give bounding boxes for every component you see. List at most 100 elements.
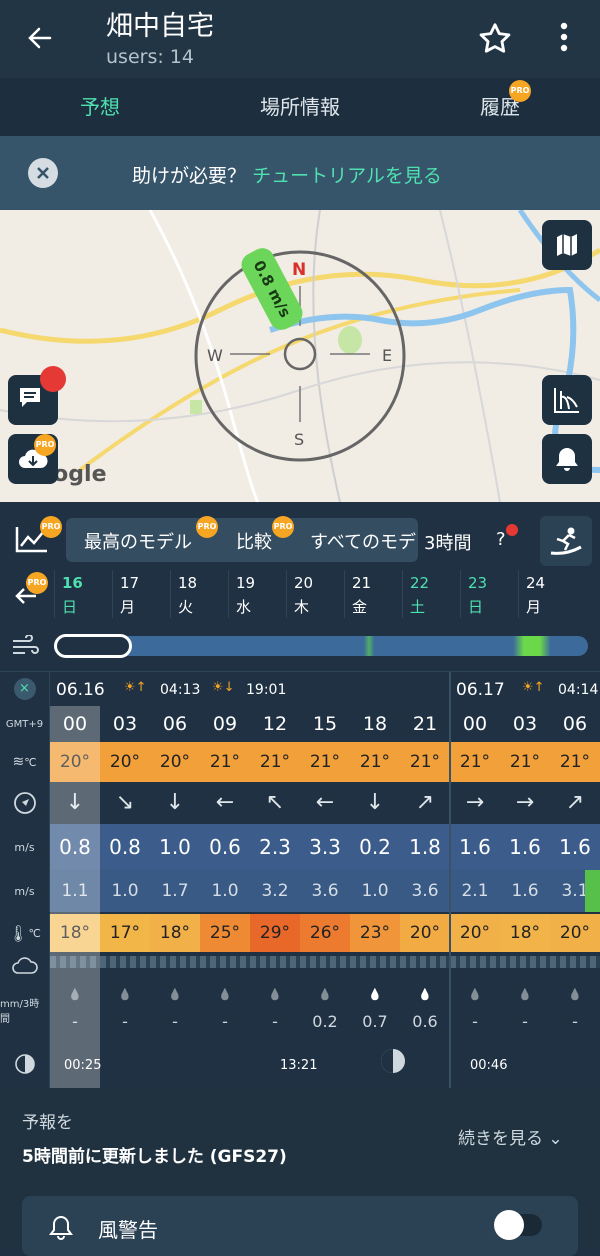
thermometer-icon: 🌡 — [8, 923, 29, 943]
forecast-toolbar: PRO 最高のモデル 比較 すべてのモデ PRO PRO 3時間 ? — [0, 502, 600, 578]
wind-direction-cell: ← — [315, 790, 335, 815]
air-temp-cell: 23° — [350, 914, 400, 952]
wind-direction-cell: ← — [215, 790, 235, 815]
moonrise-time: 00:46 — [470, 1058, 508, 1073]
day-weekday: 日 — [62, 598, 78, 616]
water-temp-cell: 21° — [509, 752, 541, 772]
back-button[interactable] — [22, 20, 58, 56]
gust-speed-cell: 1.0 — [211, 881, 239, 901]
raindrop-icon: 💧 — [368, 988, 382, 1001]
wind-alert-card: 風警告 — [22, 1196, 578, 1256]
best-model-option[interactable]: 最高のモデル — [84, 528, 192, 554]
page-subtitle: users: 14 — [106, 46, 194, 68]
more-vertical-icon — [560, 22, 568, 52]
help-button[interactable]: ? — [496, 529, 506, 550]
date-label: 06.16 — [56, 680, 105, 700]
day-cell[interactable]: 17 月 — [120, 570, 170, 617]
tab-history[interactable]: 履歴 — [400, 78, 600, 136]
alarm-button[interactable] — [542, 434, 592, 484]
date-label: 06.17 — [456, 680, 505, 700]
moon-phase-icon — [381, 1049, 405, 1073]
day-cell[interactable]: 21 金 — [352, 570, 402, 617]
compare-option[interactable]: 比較 — [236, 528, 272, 554]
tutorial-link[interactable]: チュートリアルを見る — [252, 165, 442, 187]
water-temp-cell: 20° — [109, 752, 141, 772]
show-more-link[interactable]: 続きを見る ⌄ — [458, 1124, 563, 1149]
close-table-button[interactable]: × — [0, 672, 50, 706]
gust-speed-cell: 2.1 — [461, 881, 489, 901]
tide-chart-button[interactable] — [542, 375, 592, 425]
day-cell[interactable]: 19 水 — [236, 570, 286, 617]
interval-selector[interactable]: 3時間 — [424, 529, 471, 555]
water-temp-cell: 21° — [459, 752, 491, 772]
timeline-window[interactable] — [54, 634, 132, 658]
gust-speed-cell: 1.0 — [111, 881, 139, 901]
cloud-cover-band — [50, 956, 600, 968]
sunrise-icon: ☀↑ — [522, 680, 545, 695]
wind-speed-cell: 1.8 — [409, 835, 441, 859]
wind-direction-cell: ↖ — [265, 790, 285, 815]
day-cell[interactable]: 18 火 — [178, 570, 228, 617]
moon-label — [0, 1040, 50, 1088]
day-separator — [54, 570, 55, 618]
pro-badge: PRO — [509, 80, 531, 102]
notification-dot — [40, 366, 66, 392]
day-separator — [402, 570, 403, 618]
toggle-knob — [494, 1210, 524, 1240]
day-weekday: 月 — [526, 598, 542, 616]
hour-cell: 03 — [512, 713, 538, 735]
air-temp-cell: 25° — [200, 914, 250, 952]
raindrop-icon: 💧 — [568, 988, 582, 1001]
map-view[interactable]: N S W E 0.8 m/s Google PRO — [0, 210, 600, 502]
hour-cell: 09 — [212, 713, 238, 735]
air-temp-cell: 18° — [150, 914, 200, 952]
chat-icon — [20, 388, 40, 407]
gust-speed-cell: 3.6 — [411, 881, 439, 901]
compass-icon — [13, 792, 36, 814]
sunrise-icon: ☀↑ — [124, 680, 147, 695]
air-temp-cell: 18° — [500, 914, 550, 952]
day-separator — [112, 570, 113, 618]
tab-bar: 予想 場所情報 履歴 PRO — [0, 78, 600, 136]
pro-badge: PRO — [26, 572, 48, 594]
day-cell[interactable]: 24 月 — [526, 570, 576, 617]
favorite-button[interactable] — [476, 20, 514, 58]
day-cell[interactable]: 23 日 — [468, 570, 518, 617]
day-cell[interactable]: 16 日 — [62, 570, 112, 617]
tide-icon — [554, 388, 579, 413]
day-cell[interactable]: 22 土 — [410, 570, 460, 617]
wind-alert-toggle[interactable] — [494, 1210, 542, 1240]
moonset-time: 13:21 — [280, 1058, 318, 1073]
tab-forecast[interactable]: 予想 — [0, 78, 200, 136]
day-separator — [170, 570, 171, 618]
close-icon — [37, 167, 49, 179]
wind-direction-cell: ↘ — [115, 790, 135, 815]
day-number: 17 — [120, 574, 140, 592]
map-layers-button[interactable] — [542, 220, 592, 270]
day-divider — [449, 672, 451, 1088]
waves-icon: ≋ — [12, 754, 25, 770]
wind-speed-cell: 1.6 — [559, 835, 591, 859]
wind-timeline-bar[interactable] — [54, 636, 588, 656]
day-number: 23 — [468, 574, 488, 592]
surf-mode-button[interactable] — [540, 516, 592, 566]
day-weekday: 金 — [352, 598, 368, 616]
pro-badge: PRO — [34, 434, 56, 456]
chevron-down-icon: ⌄ — [548, 1129, 563, 1149]
wind-direction-cell: ↗ — [415, 790, 435, 815]
hour-cell: 03 — [112, 713, 138, 735]
wind-speed-cell: 0.2 — [359, 835, 391, 859]
all-models-option[interactable]: すべてのモデ — [310, 528, 416, 554]
day-cell[interactable]: 20 木 — [294, 570, 344, 617]
more-menu-button[interactable] — [552, 20, 576, 56]
day-weekday: 木 — [294, 598, 310, 616]
timezone-label: GMT+9 — [0, 706, 50, 742]
day-number: 21 — [352, 574, 372, 592]
tab-location-info[interactable]: 場所情報 — [200, 78, 400, 136]
wind-alert-label: 風警告 — [98, 1218, 158, 1242]
close-banner-button[interactable] — [28, 158, 58, 188]
air-temp-cell: 29° — [250, 914, 300, 952]
raindrop-icon: 💧 — [218, 988, 232, 1001]
day-number: 18 — [178, 574, 198, 592]
hour-cell: 00 — [462, 713, 488, 735]
